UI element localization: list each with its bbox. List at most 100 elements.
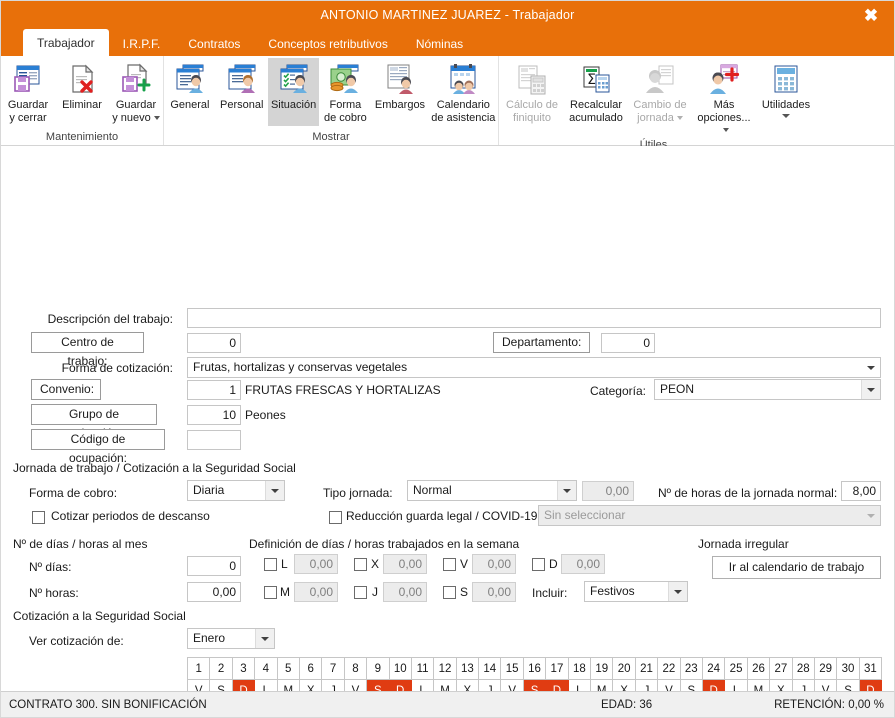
embargos-button[interactable]: Embargos: [371, 58, 428, 126]
dia-X-input[interactable]: [383, 554, 427, 574]
tab-contratos[interactable]: Contratos: [174, 31, 254, 56]
forma-cobro-combo[interactable]: Diaria: [187, 480, 285, 501]
grupo-cotizacion-code-input[interactable]: [187, 405, 241, 425]
calendar-day-number[interactable]: 18: [567, 657, 592, 680]
dia-S-input[interactable]: [472, 582, 516, 602]
calendar-day-number[interactable]: 22: [657, 657, 681, 680]
convenio-code-input[interactable]: [187, 380, 241, 400]
chevron-down-icon[interactable]: [861, 380, 880, 399]
guardar-y-cerrar-button[interactable]: Guardar y cerrar: [1, 58, 55, 126]
calendar-day-number[interactable]: 3: [231, 657, 256, 680]
dia-V-checkbox[interactable]: [443, 558, 456, 571]
recalcular-acumulado-button[interactable]: Σ Recalcular acumulado: [565, 58, 627, 126]
calendar-day-number[interactable]: 20: [612, 657, 636, 680]
dia-V-input[interactable]: [472, 554, 516, 574]
calendar-day-number[interactable]: 7: [321, 657, 345, 680]
departamento-input[interactable]: [601, 333, 655, 353]
reduccion-guarda-legal-combo[interactable]: Sin seleccionar: [538, 505, 881, 526]
calendar-day-number[interactable]: 26: [746, 657, 771, 680]
n-horas-input[interactable]: [187, 582, 241, 602]
horas-jornada-normal-input[interactable]: [841, 481, 881, 501]
dia-D-checkbox[interactable]: [532, 558, 545, 571]
calendar-day-number[interactable]: 17: [545, 657, 569, 680]
chevron-down-icon[interactable]: [861, 506, 880, 525]
calendar-day-number[interactable]: 1: [186, 657, 211, 680]
n-dias-input[interactable]: [187, 556, 241, 576]
codigo-ocupacion-button[interactable]: Código de ocupación:: [31, 429, 165, 465]
incluir-combo[interactable]: Festivos: [584, 581, 688, 602]
calendar-day-number[interactable]: 28: [791, 657, 815, 680]
dia-D-input[interactable]: [561, 554, 605, 574]
calendar-day-number[interactable]: 2: [209, 657, 233, 680]
dia-M-checkbox[interactable]: [264, 586, 277, 599]
forma-de-cobro-button[interactable]: Forma de cobro: [319, 58, 371, 126]
dia-S-checkbox[interactable]: [443, 586, 456, 599]
calendar-day-number[interactable]: 13: [455, 657, 480, 680]
mas-opciones-button[interactable]: Más opciones...: [693, 58, 755, 137]
calendar-day-number[interactable]: 4: [254, 657, 278, 680]
chevron-down-icon[interactable]: [557, 481, 576, 500]
ver-cotizacion-combo[interactable]: Enero: [187, 628, 275, 649]
categoria-combo[interactable]: PEON: [654, 379, 881, 400]
eliminar-button[interactable]: Eliminar: [55, 58, 109, 126]
chevron-down-icon[interactable]: [861, 358, 880, 377]
calendar-day-number[interactable]: 9: [366, 657, 390, 680]
close-icon[interactable]: ✖: [854, 1, 888, 29]
codigo-ocupacion-input[interactable]: [187, 430, 241, 450]
calendar-day-number[interactable]: 25: [724, 657, 748, 680]
forma-cotizacion-combo[interactable]: Frutas, hortalizas y conservas vegetales: [187, 357, 881, 378]
utilidades-button[interactable]: Utilidades: [755, 58, 817, 126]
dia-J-checkbox[interactable]: [354, 586, 367, 599]
chevron-down-icon[interactable]: [676, 115, 683, 120]
calendar-day-number[interactable]: 11: [410, 657, 435, 680]
calendar-day-number[interactable]: 27: [769, 657, 793, 680]
chevron-down-icon[interactable]: [255, 629, 274, 648]
calendar-day-number[interactable]: 23: [679, 657, 703, 680]
centro-de-trabajo-input[interactable]: [187, 333, 241, 353]
calendario-de-asistencia-button[interactable]: Calendario de asistencia: [429, 58, 498, 126]
tab-nominas[interactable]: Nóminas: [402, 31, 477, 56]
chevron-down-icon[interactable]: [782, 113, 790, 118]
cambio-de-jornada-button[interactable]: Cambio de jornada: [627, 58, 693, 126]
calendar-day-number[interactable]: 19: [590, 657, 614, 680]
chevron-down-icon[interactable]: [722, 128, 729, 133]
calendar-day-number[interactable]: 24: [701, 657, 726, 680]
descripcion-trabajo-input[interactable]: [187, 308, 881, 328]
departamento-button[interactable]: Departamento:: [493, 332, 590, 353]
tipo-jornada-combo[interactable]: Normal: [407, 480, 577, 501]
tab-irpf[interactable]: I.R.P.F.: [109, 31, 175, 56]
calendar-day-number[interactable]: 31: [858, 657, 883, 680]
situacion-button[interactable]: Situación: [267, 58, 320, 126]
centro-de-trabajo-button[interactable]: Centro de trabajo:: [31, 332, 144, 368]
tab-trabajador[interactable]: Trabajador: [23, 29, 109, 56]
calendar-day-number[interactable]: 14: [478, 657, 502, 680]
calendar-day-number[interactable]: 29: [813, 657, 838, 680]
cotizar-descanso-checkbox[interactable]: [32, 511, 45, 524]
dia-J-input[interactable]: [383, 582, 427, 602]
calendar-day-number[interactable]: 12: [433, 657, 457, 680]
calendar-day-number[interactable]: 5: [276, 657, 300, 680]
dia-L-input[interactable]: [294, 554, 338, 574]
calendar-day-number[interactable]: 21: [634, 657, 659, 680]
convenio-button[interactable]: Convenio:: [31, 379, 101, 400]
calendar-day-number[interactable]: 8: [343, 657, 368, 680]
personal-button[interactable]: Personal: [216, 58, 268, 126]
guardar-y-nuevo-button[interactable]: Guardar y nuevo: [109, 58, 163, 126]
calendar-day-number[interactable]: 15: [500, 657, 524, 680]
general-button[interactable]: General: [164, 58, 216, 126]
calendar-day-number[interactable]: 30: [836, 657, 860, 680]
chevron-down-icon[interactable]: [668, 582, 687, 601]
calendar-day-number[interactable]: 10: [388, 657, 412, 680]
dia-X-checkbox[interactable]: [354, 558, 367, 571]
calendar-day-number[interactable]: 16: [522, 657, 547, 680]
ir-al-calendario-de-trabajo-button[interactable]: Ir al calendario de trabajo: [712, 556, 881, 579]
grupo-cotizacion-button[interactable]: Grupo de cotización:: [31, 404, 157, 440]
chevron-down-icon[interactable]: [153, 115, 160, 120]
calendar-day-number[interactable]: 6: [298, 657, 323, 680]
reduccion-guarda-legal-checkbox[interactable]: [329, 511, 342, 524]
dia-M-input[interactable]: [294, 582, 338, 602]
tab-conceptos-retributivos[interactable]: Conceptos retributivos: [254, 31, 401, 56]
chevron-down-icon[interactable]: [265, 481, 284, 500]
calculo-de-finiquito-button[interactable]: Cálculo de finiquito: [499, 58, 565, 126]
dia-L-checkbox[interactable]: [264, 558, 277, 571]
